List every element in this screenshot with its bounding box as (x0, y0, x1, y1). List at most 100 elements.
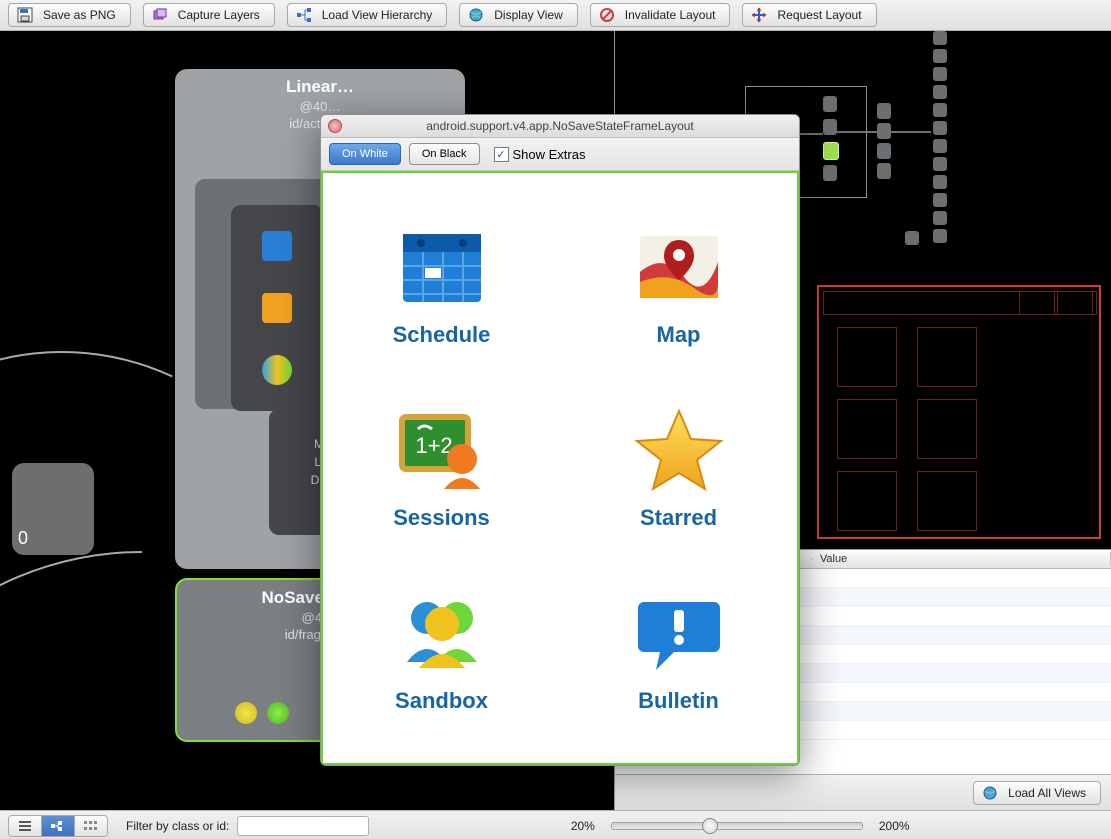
mini-node[interactable] (933, 49, 947, 63)
app-item-bulletin[interactable]: Bulletin (634, 588, 724, 714)
hierarchy-icon (296, 7, 312, 23)
load-all-views-button[interactable]: Load All Views (973, 781, 1101, 805)
request-layout-button[interactable]: Request Layout (742, 3, 876, 27)
show-extras-checkbox[interactable]: ✓ Show Extras (494, 147, 586, 162)
filter-label: Filter by class or id: (126, 819, 229, 833)
mini-schedule-icon (262, 231, 292, 261)
view-mode-segment[interactable] (8, 815, 108, 837)
mini-node[interactable] (933, 211, 947, 225)
request-layout-label: Request Layout (777, 8, 861, 22)
mini-node[interactable] (933, 31, 947, 45)
preview-body: Schedule Map 1+2 Sessions S (321, 171, 799, 765)
app-item-label: Sessions (393, 505, 490, 531)
invalidate-layout-button[interactable]: Invalidate Layout (590, 3, 731, 27)
no-entry-icon (599, 7, 615, 23)
show-extras-label: Show Extras (513, 147, 586, 162)
mini-node[interactable] (933, 85, 947, 99)
app-item-map[interactable]: Map (634, 222, 724, 348)
node-title: Linear… (175, 77, 465, 97)
app-item-sandbox[interactable]: Sandbox (395, 588, 488, 714)
capture-layers-button[interactable]: Capture Layers (143, 3, 275, 27)
mini-node[interactable] (877, 123, 891, 139)
app-item-label: Schedule (393, 322, 491, 348)
load-hierarchy-label: Load View Hierarchy (322, 8, 433, 22)
filter-input[interactable] (237, 816, 369, 836)
speech-alert-icon (634, 588, 724, 678)
app-item-schedule[interactable]: Schedule (393, 222, 491, 348)
app-item-label: Map (657, 322, 701, 348)
app-item-sessions[interactable]: 1+2 Sessions (393, 405, 490, 531)
view-preview-window[interactable]: android.support.v4.app.NoSaveStateFrameL… (320, 114, 800, 766)
view-mode-tree[interactable] (42, 816, 75, 836)
map-icon (634, 222, 724, 312)
globe-icon (468, 7, 484, 23)
star-icon (634, 405, 724, 495)
perf-dot-green (267, 702, 289, 724)
capture-layers-label: Capture Layers (178, 8, 260, 22)
zoom-max-label: 200% (879, 819, 910, 833)
mini-node[interactable] (933, 67, 947, 81)
invalidate-layout-label: Invalidate Layout (625, 8, 716, 22)
mini-sandbox-icon (262, 355, 292, 385)
zoom-min-label: 20% (571, 819, 595, 833)
arrows-out-icon (751, 7, 767, 23)
mini-node[interactable] (933, 139, 947, 153)
top-toolbar: Save as PNG Capture Layers Load View Hie… (0, 0, 1111, 31)
slider-knob[interactable] (702, 818, 718, 834)
mini-sessions-icon (262, 293, 292, 323)
on-black-button[interactable]: On Black (409, 143, 480, 165)
preview-titlebar[interactable]: android.support.v4.app.NoSaveStateFrameL… (321, 115, 799, 138)
zoom-slider[interactable] (611, 822, 863, 830)
mini-node[interactable] (877, 143, 891, 159)
perf-dot-yellow (235, 702, 257, 724)
view-mode-list[interactable] (9, 816, 42, 836)
globe-icon (982, 785, 998, 801)
on-black-label: On Black (422, 148, 467, 160)
on-white-label: On White (342, 148, 388, 160)
tree-icon (50, 820, 66, 832)
properties-col-value: Value (812, 552, 1111, 566)
bottom-toolbar: Filter by class or id: 20% 200% (0, 810, 1111, 839)
close-icon[interactable] (328, 119, 342, 133)
layers-icon (152, 7, 168, 23)
app-item-starred[interactable]: Starred (634, 405, 724, 531)
mini-node[interactable] (905, 231, 919, 245)
mini-node[interactable] (877, 163, 891, 179)
chalkboard-icon: 1+2 (396, 405, 486, 495)
save-png-button[interactable]: Save as PNG (8, 3, 131, 27)
mini-node[interactable] (933, 229, 947, 243)
save-png-label: Save as PNG (43, 8, 116, 22)
svg-text:1+2: 1+2 (416, 433, 453, 458)
people-icon (397, 588, 487, 678)
mini-node[interactable] (933, 121, 947, 135)
main-area: 0 Linear… @40… id/action… 8 v… Measure: … (0, 31, 1111, 810)
preview-title-text: android.support.v4.app.NoSaveStateFrameL… (426, 119, 694, 133)
app-item-label: Sandbox (395, 688, 488, 714)
on-white-button[interactable]: On White (329, 143, 401, 165)
app-item-label: Starred (640, 505, 717, 531)
display-view-button[interactable]: Display View (459, 3, 577, 27)
mini-node[interactable] (933, 103, 947, 117)
floppy-icon (17, 7, 33, 23)
root-node-label: 0 (18, 528, 28, 549)
checkbox-icon: ✓ (494, 147, 509, 162)
load-all-views-label: Load All Views (1008, 786, 1086, 800)
display-view-label: Display View (494, 8, 562, 22)
preview-toolbar: On White On Black ✓ Show Extras (321, 138, 799, 171)
properties-footer: Load All Views (615, 774, 1111, 810)
load-hierarchy-button[interactable]: Load View Hierarchy (287, 3, 448, 27)
mini-edge (891, 131, 931, 133)
mini-node[interactable] (933, 157, 947, 171)
calendar-icon (397, 222, 487, 312)
list-icon (17, 820, 33, 832)
layout-wireframe[interactable] (817, 285, 1101, 539)
node-address: @40… (175, 99, 465, 114)
mini-node[interactable] (877, 103, 891, 119)
grid-icon (83, 820, 99, 832)
view-mode-grid[interactable] (75, 816, 107, 836)
app-item-label: Bulletin (638, 688, 719, 714)
mini-node[interactable] (933, 193, 947, 207)
mini-node[interactable] (933, 175, 947, 189)
thumb-list (231, 205, 323, 411)
root-node[interactable]: 0 (12, 463, 94, 555)
